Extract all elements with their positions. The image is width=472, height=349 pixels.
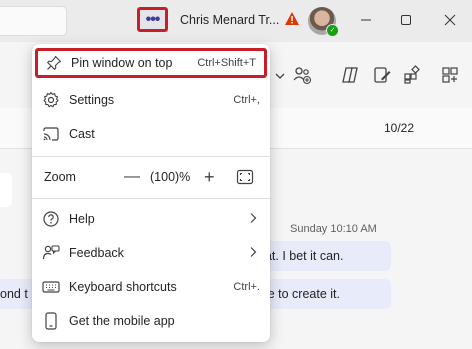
title-bar: ••• Chris Menard Tr... ✓ [0,0,472,42]
menu-item-settings[interactable]: Settings Ctrl+, [32,83,270,117]
pin-icon [45,54,63,72]
edit-note-icon[interactable] [372,65,392,85]
menu-item-label: Help [69,212,95,226]
maximize-button[interactable] [392,8,420,32]
menu-item-label: Keyboard shortcuts [69,280,177,294]
menu-item-keyboard-shortcuts[interactable]: Keyboard shortcuts Ctrl+. [32,270,270,304]
menu-item-label: Get the mobile app [69,314,175,328]
zoom-out-button[interactable]: — [124,168,140,186]
more-options-menu: Pin window on top Ctrl+Shift+T Settings … [32,44,270,342]
add-people-icon[interactable] [292,65,312,85]
close-window-button[interactable] [436,8,464,32]
presence-available-icon: ✓ [326,24,339,37]
result-counter: 10/22 [384,121,415,135]
help-icon [42,210,60,228]
zoom-in-button[interactable]: + [204,167,215,188]
chevron-down-icon[interactable] [270,66,290,86]
menu-item-pin-window[interactable]: Pin window on top Ctrl+Shift+T [35,48,267,78]
minimize-button[interactable] [352,8,380,32]
settings-icon [42,91,60,109]
menu-item-help[interactable]: Help [32,202,270,236]
menu-item-shortcut: Ctrl+Shift+T [197,57,256,69]
copilot-icon[interactable] [340,65,360,85]
chevron-right-icon [248,212,258,227]
chevron-right-icon [248,246,258,261]
message-stub [0,173,12,207]
zoom-control: Zoom — (100)% + [32,159,270,195]
menu-item-feedback[interactable]: Feedback [32,236,270,270]
user-name[interactable]: Chris Menard Tr... [180,13,279,27]
feedback-icon [42,244,60,262]
menu-item-label: Pin window on top [71,56,173,70]
apps-icon[interactable] [402,65,422,85]
phone-icon [42,312,60,330]
menu-item-shortcut: Ctrl+, [233,94,260,106]
fit-to-window-icon[interactable] [236,169,254,188]
zoom-label: Zoom [44,170,76,184]
menu-item-label: Settings [69,93,115,107]
search-input[interactable] [0,6,67,36]
menu-item-shortcut: Ctrl+. [233,281,260,293]
message-timestamp: Sunday 10:10 AM [290,223,377,235]
more-options-button[interactable]: ••• [137,7,168,32]
menu-item-label: Cast [69,127,95,141]
keyboard-icon [42,278,60,296]
more-apps-icon[interactable] [440,65,460,85]
menu-divider [32,156,270,157]
menu-divider [32,198,270,199]
chat-message[interactable]: hat. I bet it can. [250,241,391,271]
warning-icon[interactable] [285,12,299,30]
cast-icon [42,125,60,143]
zoom-value: (100)% [150,170,191,184]
menu-item-cast[interactable]: Cast [32,117,270,151]
chat-message[interactable]: ble to create it. [250,279,391,309]
menu-item-label: Feedback [69,246,124,260]
menu-item-get-mobile-app[interactable]: Get the mobile app [32,304,270,338]
